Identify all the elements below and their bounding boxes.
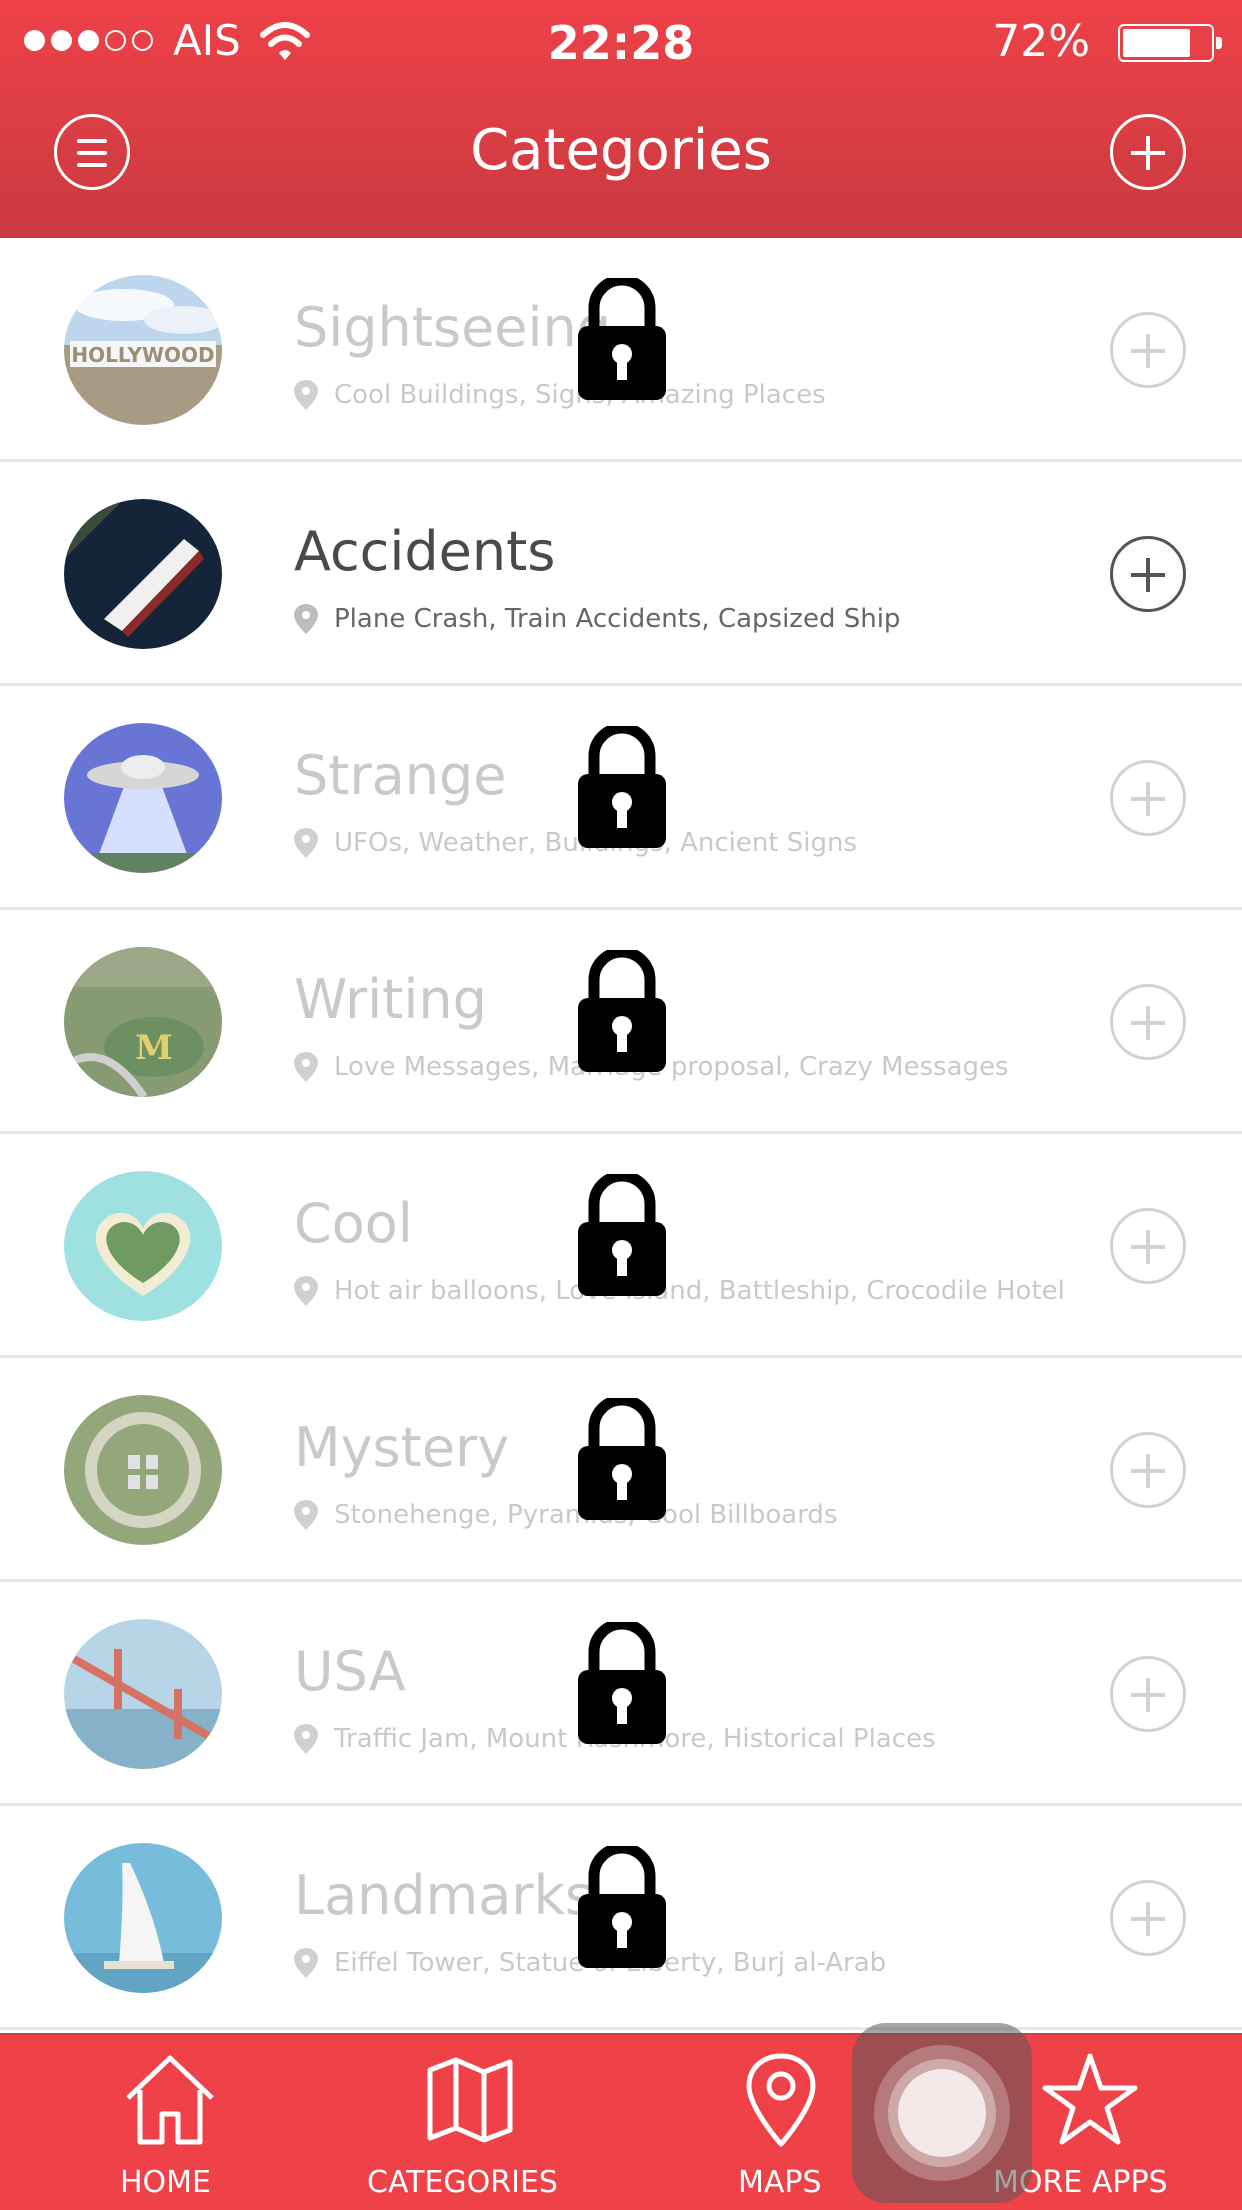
- home-icon: [126, 2055, 214, 2145]
- lock-icon: [578, 1846, 666, 1968]
- thumbnail-stonehenge: [64, 1395, 222, 1545]
- svg-text:M: M: [135, 1028, 173, 1068]
- battery-icon: [1118, 24, 1222, 62]
- category-row-cool[interactable]: Cool Hot air balloons, Love Island, Batt…: [0, 1134, 1242, 1358]
- category-row-writing[interactable]: M Writing Love Messages, Marriage propos…: [0, 910, 1242, 1134]
- category-name: Strange: [294, 744, 507, 807]
- category-row-strange[interactable]: Strange UFOs, Weather, Buildings, Ancien…: [0, 686, 1242, 910]
- location-pin-icon: [294, 604, 318, 634]
- tab-categories[interactable]: CATEGORIES: [367, 2035, 570, 2210]
- add-button[interactable]: [1110, 984, 1186, 1060]
- status-bar: AIS 22:28 72%: [0, 0, 1242, 84]
- tab-home[interactable]: HOME: [70, 2035, 270, 2210]
- thumbnail-hollywood-sign: HOLLYWOOD: [64, 275, 222, 425]
- lock-icon: [578, 278, 666, 400]
- category-list[interactable]: HOLLYWOOD Sightseeing Cool Buildings, Si…: [0, 238, 1242, 2033]
- category-row-landmarks[interactable]: Landmarks Eiffel Tower, Statue of Libert…: [0, 1806, 1242, 2030]
- location-pin-icon: [294, 1724, 318, 1754]
- tab-label: CATEGORIES: [367, 2165, 558, 2200]
- category-subtitle: Stonehenge, Pyramids, Cool Billboards: [294, 1500, 837, 1530]
- category-name: Landmarks: [294, 1864, 593, 1927]
- svg-text:HOLLYWOOD: HOLLYWOOD: [71, 343, 214, 367]
- location-pin-icon: [294, 1500, 318, 1530]
- category-subtitle: Hot air balloons, Love Island, Battleshi…: [294, 1276, 1065, 1306]
- lock-icon: [578, 1622, 666, 1744]
- category-subtitle: UFOs, Weather, Buildings, Ancient Signs: [294, 828, 857, 858]
- add-button[interactable]: [1110, 312, 1186, 388]
- thumbnail-heart-island: [64, 1171, 222, 1321]
- lock-icon: [578, 950, 666, 1072]
- add-button[interactable]: [1110, 760, 1186, 836]
- category-name: Cool: [294, 1192, 413, 1255]
- location-pin-icon: [746, 2053, 816, 2147]
- location-pin-icon: [294, 1276, 318, 1306]
- category-subtitle: Cool Buildings, Signs, Amazing Places: [294, 380, 826, 410]
- location-pin-icon: [294, 380, 318, 410]
- add-category-button[interactable]: [1110, 114, 1186, 190]
- star-icon: [1042, 2053, 1138, 2145]
- thumbnail-field-letter-m: M: [64, 947, 222, 1097]
- category-name: Accidents: [294, 520, 556, 583]
- add-button[interactable]: [1110, 1208, 1186, 1284]
- thumbnail-golden-gate-bridge: [64, 1619, 222, 1769]
- page-title: Categories: [470, 118, 772, 183]
- category-subtitle-text: Love Messages, Marriage proposal, Crazy …: [334, 1052, 1009, 1082]
- category-subtitle-text: Hot air balloons, Love Island, Battleshi…: [334, 1276, 1065, 1306]
- category-subtitle-text: Plane Crash, Train Accidents, Capsized S…: [334, 604, 901, 634]
- battery-percent: 72%: [992, 16, 1090, 67]
- category-row-accidents[interactable]: Accidents Plane Crash, Train Accidents, …: [0, 462, 1242, 686]
- location-pin-icon: [294, 1948, 318, 1978]
- tab-label: HOME: [120, 2165, 212, 2200]
- category-name: Writing: [294, 968, 487, 1031]
- lock-icon: [578, 1174, 666, 1296]
- category-subtitle: Plane Crash, Train Accidents, Capsized S…: [294, 604, 900, 634]
- add-button[interactable]: [1110, 1880, 1186, 1956]
- thumbnail-ufo: [64, 723, 222, 873]
- category-name: USA: [294, 1640, 406, 1703]
- lock-icon: [578, 1398, 666, 1520]
- lock-icon: [578, 726, 666, 848]
- category-name: Mystery: [294, 1416, 510, 1479]
- category-row-usa[interactable]: USA Traffic Jam, Mount Rushmore, Histori…: [0, 1582, 1242, 1806]
- tab-label: MAPS: [738, 2165, 822, 2200]
- thumbnail-burj-al-arab: [64, 1843, 222, 1993]
- location-pin-icon: [294, 828, 318, 858]
- add-button[interactable]: [1110, 1432, 1186, 1508]
- category-row-mystery[interactable]: Mystery Stonehenge, Pyramids, Cool Billb…: [0, 1358, 1242, 1582]
- location-pin-icon: [294, 1052, 318, 1082]
- map-icon: [427, 2057, 513, 2143]
- add-button[interactable]: [1110, 536, 1186, 612]
- category-name: Sightseeing: [294, 296, 612, 359]
- thumbnail-capsized-ship: [64, 499, 222, 649]
- nav-header: AIS 22:28 72% Categories: [0, 0, 1242, 239]
- category-row-sightseeing[interactable]: HOLLYWOOD Sightseeing Cool Buildings, Si…: [0, 238, 1242, 462]
- assistive-touch-button[interactable]: [852, 2023, 1032, 2203]
- add-button[interactable]: [1110, 1656, 1186, 1732]
- tab-bar: HOME CATEGORIES MAPS MORE APPS: [0, 2033, 1242, 2210]
